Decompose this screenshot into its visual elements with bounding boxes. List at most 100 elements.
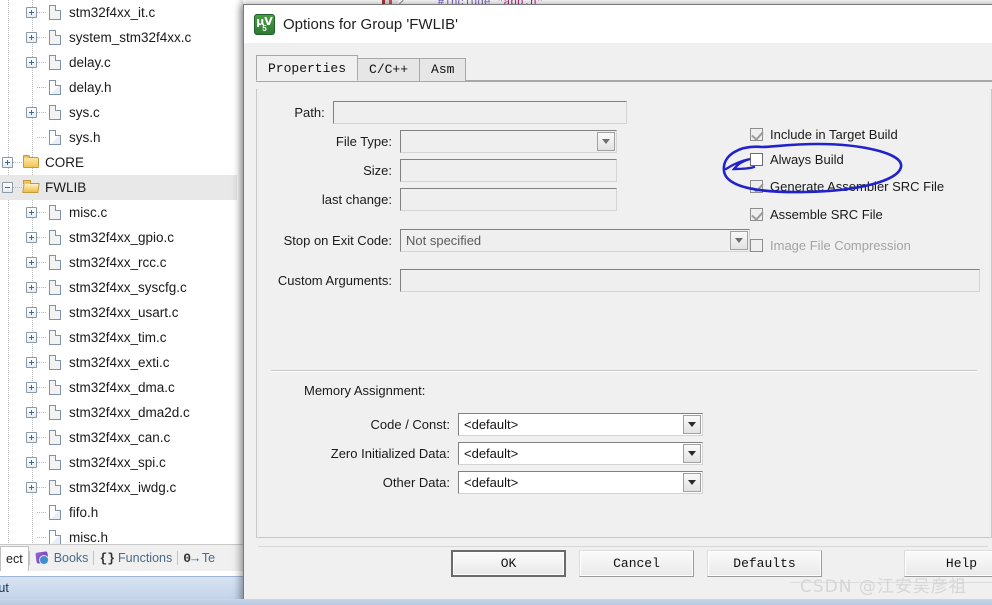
expand-icon[interactable] [2,157,13,168]
tree-item-label: stm32f4xx_dma2d.c [69,405,190,420]
dialog-titlebar: µV 5 Options for Group 'FWLIB' [244,5,992,43]
expand-icon[interactable] [26,357,37,368]
tree-item[interactable]: system_stm32f4xx.c [0,25,243,50]
build-output-header[interactable]: tput [0,576,243,600]
file-type-dropdown[interactable] [400,130,617,153]
expand-icon[interactable] [26,32,37,43]
dialog-body: Properties C/C++ Asm Path: File Type: Si… [244,43,992,604]
code-const-dropdown[interactable]: <default> [458,413,703,436]
section-divider [271,370,977,372]
chevron-down-icon[interactable] [683,444,701,463]
checkbox-label: Assemble SRC File [770,207,883,222]
tab-project[interactable]: ect [0,545,29,571]
memory-label-zero-init: Zero Initialized Data: [330,446,450,461]
tree-item[interactable]: stm32f4xx_usart.c [0,300,243,325]
tree-connector [37,262,46,263]
project-tree-panel[interactable]: stm32f4xx_it.c system_stm32f4xx.c delay.c d… [0,0,243,549]
tree-item[interactable]: stm32f4xx_it.c [0,0,243,25]
tab-templates[interactable]: 0→ Te [178,546,220,570]
checkbox-always-build[interactable] [750,153,763,166]
checkbox-assemble-src-file [750,208,763,221]
field-label-stop-on-exit: Stop on Exit Code: [283,233,392,248]
last-change-input[interactable] [400,188,617,211]
expand-icon[interactable] [26,207,37,218]
project-window-tabbar[interactable]: ect Books {} Functions 0→ Te [0,544,243,571]
expand-icon[interactable] [26,307,37,318]
checkbox-row[interactable]: Include in Target Build [750,127,898,142]
tab-books[interactable]: Books [30,546,94,570]
expand-icon[interactable] [26,282,37,293]
tree-item[interactable]: stm32f4xx_syscfg.c [0,275,243,300]
chevron-down-icon[interactable] [730,231,748,250]
chevron-down-icon[interactable] [683,473,701,492]
header-file-icon [46,79,64,96]
field-label-last-change: last change: [321,192,392,207]
tree-item-label: stm32f4xx_exti.c [69,355,170,370]
tree-item[interactable]: stm32f4xx_rcc.c [0,250,243,275]
other-data-dropdown[interactable]: <default> [458,471,703,494]
expand-icon[interactable] [26,382,37,393]
tree-connector [37,337,46,338]
tree-item[interactable]: stm32f4xx_dma2d.c [0,400,243,425]
checkbox-include-in-target-build [750,128,763,141]
tab-functions[interactable]: {} Functions [94,546,177,570]
source-file-icon [46,4,64,21]
tree-item[interactable]: stm32f4xx_tim.c [0,325,243,350]
size-input[interactable] [400,159,617,182]
collapse-icon[interactable] [2,182,13,193]
tree-item[interactable]: FWLIB [0,175,243,200]
path-input[interactable] [332,101,627,124]
tree-item[interactable]: stm32f4xx_spi.c [0,450,243,475]
dialog-tabstrip[interactable]: Properties C/C++ Asm [256,55,992,82]
checkbox-generate-assembler-src-file [750,180,763,193]
tree-item[interactable]: sys.h [0,125,243,150]
expand-icon[interactable] [26,432,37,443]
expand-icon[interactable] [26,57,37,68]
source-file-icon [46,479,64,496]
expand-icon[interactable] [26,107,37,118]
expand-icon[interactable] [26,7,37,18]
memory-assignment-title: Memory Assignment: [304,383,426,398]
expand-icon[interactable] [26,257,37,268]
checkbox-row[interactable]: Generate Assembler SRC File [750,179,944,194]
ok-button[interactable]: OK [451,550,566,577]
tree-item[interactable]: delay.h [0,75,243,100]
tree-item-label: delay.h [69,80,112,95]
tree-item[interactable]: stm32f4xx_dma.c [0,375,243,400]
custom-arguments-input[interactable] [400,269,980,292]
expand-icon[interactable] [26,482,37,493]
tree-item[interactable]: misc.c [0,200,243,225]
source-file-icon [46,104,64,121]
tree-item[interactable]: stm32f4xx_exti.c [0,350,243,375]
checkbox-label: Generate Assembler SRC File [770,179,945,194]
chevron-down-icon[interactable] [597,132,615,151]
tree-item[interactable]: stm32f4xx_gpio.c [0,225,243,250]
expand-icon[interactable] [26,457,37,468]
cancel-button[interactable]: Cancel [579,550,694,577]
dialog-tab-properties[interactable]: Properties [256,55,359,81]
tree-item[interactable]: stm32f4xx_can.c [0,425,243,450]
memory-label-code-const: Code / Const: [370,417,451,432]
checkbox-row[interactable]: Always Build [750,152,844,167]
stop-on-exit-dropdown[interactable]: Not specified [400,229,750,252]
tree-item[interactable]: delay.c [0,50,243,75]
zero-init-dropdown[interactable]: <default> [458,442,703,465]
tree-connector [37,462,46,463]
tree-item[interactable]: CORE [0,150,243,175]
source-file-icon [46,404,64,421]
tree-item[interactable]: fifo.h [0,500,243,525]
field-label-size: Size: [363,163,392,178]
expand-icon[interactable] [26,332,37,343]
dialog-tab-c-c[interactable]: C/C++ [357,58,421,81]
expand-icon[interactable] [26,232,37,243]
options-for-group-dialog[interactable]: µV 5 Options for Group 'FWLIB' Propertie… [243,4,992,605]
checkbox-row[interactable]: Assemble SRC File [750,207,883,222]
checkbox-row[interactable]: Image File Compression [750,238,911,253]
tree-item[interactable]: stm32f4xx_iwdg.c [0,475,243,500]
chevron-down-icon[interactable] [683,415,701,434]
field-label-file-type: File Type: [335,134,392,149]
tree-item[interactable]: sys.c [0,100,243,125]
tree-connector [37,87,46,88]
dialog-tab-asm[interactable]: Asm [419,58,467,81]
expand-icon[interactable] [26,407,37,418]
